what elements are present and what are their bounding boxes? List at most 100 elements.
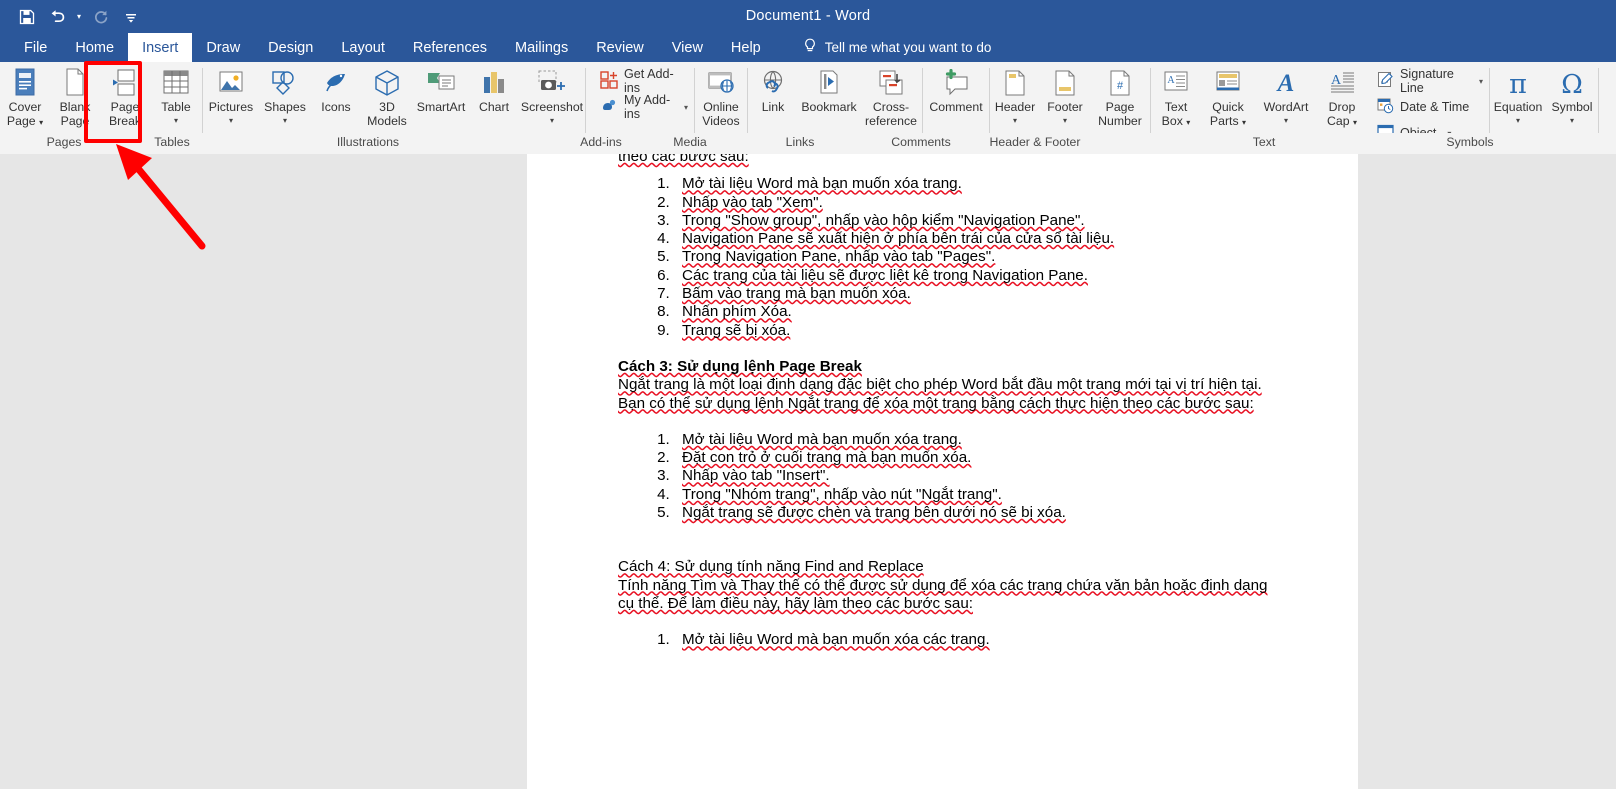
tab-insert[interactable]: Insert (128, 33, 193, 62)
text-box-label-2: Box ▾ (1161, 113, 1191, 128)
footer-icon (1052, 67, 1078, 99)
text-box-icon: A (1162, 67, 1190, 99)
document-page[interactable]: theo các bước sau: Mở tài liệu Word mà b… (527, 154, 1358, 789)
comment-icon (941, 67, 971, 99)
tab-review[interactable]: Review (582, 33, 658, 62)
numbered-list-method3: Mở tài liệu Word mà bạn muốn xóa trang. … (674, 431, 1278, 522)
group-label-links: Links (785, 135, 815, 149)
list-item: Nhấp vào tab "Xem". (674, 194, 1278, 212)
cover-page-icon (12, 67, 38, 99)
tab-file[interactable]: File (10, 33, 61, 62)
equation-chevron-down-icon[interactable]: ▾ (1516, 116, 1520, 125)
table-chevron-down-icon[interactable]: ▾ (174, 116, 178, 125)
pictures-label: Pictures (208, 100, 254, 114)
list-item: Trang sẽ bị xóa. (674, 322, 1278, 340)
paragraph-continuation: theo các bước sau: (618, 154, 749, 165)
smartart-label: SmartArt (416, 100, 466, 114)
footer-label: Footer (1047, 100, 1083, 114)
page-break-label-1: Page (110, 100, 140, 114)
my-addins-label: My Add-ins (624, 93, 671, 121)
chart-label: Chart (478, 100, 510, 114)
page-number-label-1: Page (1105, 100, 1135, 114)
my-addins-chevron-down-icon[interactable]: ▾ (684, 103, 688, 112)
quick-parts-label-2: Parts ▾ (1209, 113, 1247, 128)
numbered-list-method4: Mở tài liệu Word mà bạn muốn xóa các tra… (674, 631, 1278, 649)
tab-help[interactable]: Help (717, 33, 775, 62)
wordart-chevron-down-icon[interactable]: ▾ (1284, 116, 1288, 125)
wordart-label: WordArt (1263, 100, 1309, 114)
get-addins-button[interactable]: Get Add-ins (594, 67, 694, 95)
tab-home[interactable]: Home (61, 33, 128, 62)
svg-text:A: A (1276, 70, 1295, 97)
signature-line-chevron-down-icon[interactable]: ▾ (1479, 77, 1483, 86)
ribbon-tab-strip: File Home Insert Draw Design Layout Refe… (0, 33, 1616, 62)
comment-label: Comment (929, 100, 983, 114)
table-icon (161, 67, 191, 99)
cross-reference-label-2: reference (865, 113, 917, 128)
tab-view[interactable]: View (658, 33, 717, 62)
blank-page-icon (63, 67, 87, 99)
screenshot-chevron-down-icon[interactable]: ▾ (550, 116, 554, 125)
online-videos-label-1: Online (703, 100, 739, 114)
shapes-label: Shapes (264, 100, 306, 114)
document-body[interactable]: theo các bước sau: Mở tài liệu Word mà b… (618, 154, 1278, 650)
group-label-media: Media (673, 135, 707, 149)
svg-text:π: π (1509, 69, 1527, 98)
paragraph-method-3: Ngắt trang là một loại định dạng đặc biệ… (618, 376, 1262, 412)
footer-chevron-down-icon[interactable]: ▾ (1063, 116, 1067, 125)
tab-design[interactable]: Design (254, 33, 327, 62)
list-item: Trong Navigation Pane, nhấp vào tab "Pag… (674, 248, 1278, 266)
group-label-tables: Tables (154, 135, 190, 149)
quick-parts-label-1: Quick (1212, 100, 1244, 114)
blank-page-label-1: Blank (59, 100, 91, 114)
3d-models-label-1: 3D (379, 100, 395, 114)
page-number-icon: # (1107, 67, 1133, 99)
list-item: Trong "Nhóm trang", nhấp vào nút "Ngắt t… (674, 486, 1278, 504)
cross-reference-label-1: Cross- (872, 100, 910, 114)
paragraph-method-4: Tính năng Tìm và Thay thế có thể được sử… (618, 576, 1268, 612)
signature-line-button[interactable]: Signature Line ▾ (1371, 67, 1489, 95)
link-icon (758, 67, 788, 99)
page-break-label-2: Break (108, 113, 142, 128)
group-label-illustrations: Illustrations (336, 135, 400, 149)
page-break-icon (111, 67, 139, 99)
get-addins-icon (600, 70, 618, 92)
group-label-text: Text (1252, 135, 1276, 149)
symbol-chevron-down-icon[interactable]: ▾ (1570, 116, 1574, 125)
drop-cap-label-2: Cap ▾ (1327, 113, 1357, 128)
tab-references[interactable]: References (399, 33, 501, 62)
date-and-time-button[interactable]: Date & Time (1371, 94, 1489, 120)
tell-me-label: Tell me what you want to do (824, 40, 992, 55)
list-item: Trong "Show group", nhấp vào hộp kiểm "N… (674, 212, 1278, 230)
online-videos-label-2: Videos (702, 113, 740, 128)
group-label-comments: Comments (891, 135, 951, 149)
list-item: Các trang của tài liệu sẽ được liệt kê t… (674, 267, 1278, 285)
document-canvas[interactable]: theo các bước sau: Mở tài liệu Word mà b… (0, 154, 1616, 789)
shapes-chevron-down-icon[interactable]: ▾ (283, 116, 287, 125)
smartart-icon (426, 67, 456, 99)
heading-method-3: Cách 3: Sử dụng lệnh Page Break (618, 357, 862, 375)
title-bar: ▾ Document1 - Word (0, 0, 1616, 33)
list-item: Đặt con trỏ ở cuối trang mà bạn muốn xóa… (674, 449, 1278, 467)
omega-symbol-icon: Ω (1557, 67, 1587, 99)
tab-draw[interactable]: Draw (192, 33, 254, 62)
list-item: Mở tài liệu Word mà bạn muốn xóa các tra… (674, 631, 1278, 649)
pictures-chevron-down-icon[interactable]: ▾ (229, 116, 233, 125)
bookmark-label: Bookmark (801, 100, 857, 114)
header-chevron-down-icon[interactable]: ▾ (1013, 116, 1017, 125)
signature-line-label: Signature Line (1400, 67, 1454, 95)
list-item: Mở tài liệu Word mà bạn muốn xóa trang. (674, 431, 1278, 449)
bookmark-icon (815, 67, 843, 99)
group-label-pages: Pages (46, 135, 82, 149)
group-label-symbols: Symbols (1446, 135, 1494, 149)
list-item: Nhấn phím Xóa. (674, 303, 1278, 321)
tab-layout[interactable]: Layout (327, 33, 399, 62)
calendar-clock-icon (1377, 97, 1394, 117)
get-addins-label: Get Add-ins (624, 67, 674, 95)
tell-me-search[interactable]: Tell me what you want to do (803, 33, 992, 62)
my-addins-button[interactable]: My Add-ins ▾ (594, 93, 694, 121)
shapes-icon (270, 67, 300, 99)
tab-mailings[interactable]: Mailings (501, 33, 582, 62)
list-item: Mở tài liệu Word mà bạn muốn xóa trang. (674, 175, 1278, 193)
equation-label: Equation (1493, 100, 1543, 114)
